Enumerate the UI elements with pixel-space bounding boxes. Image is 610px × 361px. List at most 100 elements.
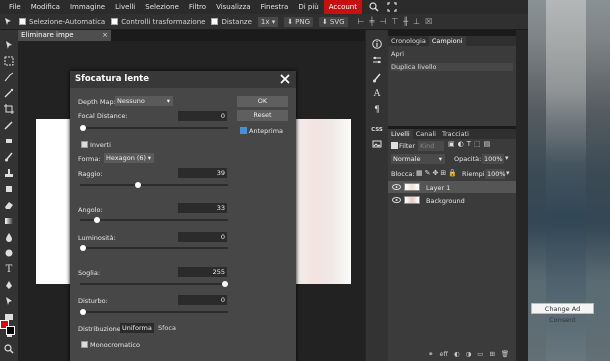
angle-slider[interactable] xyxy=(80,217,228,223)
ok-button[interactable]: OK xyxy=(237,96,288,107)
menu-layers[interactable]: Livelli xyxy=(110,0,140,14)
invert-checkbox[interactable] xyxy=(81,141,88,148)
menu-more[interactable]: Di più xyxy=(293,0,323,14)
opacity-input[interactable]: 100% xyxy=(482,154,504,164)
document-tab[interactable]: Eliminare impe × xyxy=(18,30,111,41)
align-left-icon[interactable]: ⊢ xyxy=(358,17,365,26)
change-ad-consent-button[interactable]: Change Ad Consent xyxy=(531,303,594,324)
menu-select[interactable]: Selezione xyxy=(140,0,184,14)
menu-window[interactable]: Finestra xyxy=(256,0,294,14)
mask-icon[interactable]: ◐ xyxy=(454,350,460,358)
menu-file[interactable]: File xyxy=(4,0,26,14)
threshold-input[interactable]: 255 xyxy=(178,267,227,277)
tab-paths[interactable]: Tracciati xyxy=(439,129,472,139)
paragraph-icon[interactable]: ¶ xyxy=(371,104,383,116)
fill-input[interactable]: 100% xyxy=(485,169,506,179)
sponge-tool-icon[interactable] xyxy=(2,246,16,260)
pen-tool-icon[interactable] xyxy=(2,278,16,292)
menu-image[interactable]: Immagine xyxy=(65,0,110,14)
fullscreen-icon[interactable] xyxy=(386,1,398,13)
auto-select-option[interactable]: Selezione-Automatica xyxy=(19,18,105,26)
noise-slider[interactable] xyxy=(80,309,228,315)
menu-view[interactable]: Visualizza xyxy=(211,0,255,14)
layer-row-background[interactable]: Background xyxy=(388,194,516,206)
tab-channels[interactable]: Canali xyxy=(413,129,439,139)
distances-checkbox[interactable] xyxy=(211,18,219,25)
focal-distance-slider[interactable] xyxy=(80,125,228,131)
info-icon[interactable] xyxy=(371,38,383,50)
eye-icon[interactable] xyxy=(392,184,401,190)
eye-icon[interactable] xyxy=(392,197,401,203)
zoom-tool-icon[interactable] xyxy=(2,342,16,356)
filter-type-icons[interactable]: ▣◐T⬚▤ xyxy=(448,140,493,148)
history-brush-icon[interactable] xyxy=(2,182,16,196)
distribute-icon[interactable]: ☒ xyxy=(425,17,432,26)
lock-icons[interactable]: ▦✎✥⊞🔒 xyxy=(416,169,459,177)
path-select-icon[interactable] xyxy=(2,294,16,308)
eraser-tool-icon[interactable] xyxy=(2,198,16,212)
background-color-swatch[interactable] xyxy=(6,326,15,335)
effects-button[interactable]: eff xyxy=(439,350,447,358)
eyedropper-icon[interactable] xyxy=(2,118,16,132)
focal-distance-knob[interactable] xyxy=(80,125,86,131)
threshold-slider[interactable] xyxy=(80,281,228,287)
chevron-down-icon[interactable]: ▾ xyxy=(506,169,510,177)
preview-checkbox[interactable] xyxy=(240,127,247,134)
radius-input[interactable]: 39 xyxy=(178,168,227,178)
filter-checkbox[interactable] xyxy=(391,142,398,149)
history-item-active[interactable]: Duplica livello xyxy=(391,63,513,71)
radius-knob[interactable] xyxy=(135,182,142,188)
blur-tool-icon[interactable] xyxy=(2,230,16,244)
tab-swatches[interactable]: Campioni xyxy=(428,36,466,46)
align-bottom-icon[interactable]: ⊥ xyxy=(413,17,420,26)
auto-select-checkbox[interactable] xyxy=(19,18,26,25)
css-icon[interactable]: CSS xyxy=(371,124,383,136)
close-tab-icon[interactable]: × xyxy=(102,30,108,41)
close-icon[interactable] xyxy=(279,73,291,85)
transform-controls-option[interactable]: Controlli trasformazione xyxy=(111,18,205,26)
adjustment-layer-icon[interactable]: ◑ xyxy=(466,350,472,358)
marquee-tool-icon[interactable] xyxy=(2,54,16,68)
angle-input[interactable]: 33 xyxy=(178,203,227,213)
shape-select[interactable]: Hexagon (6) ▾ xyxy=(104,153,154,163)
character-icon[interactable]: A xyxy=(371,88,383,100)
brush-settings-icon[interactable] xyxy=(371,72,383,84)
image-icon[interactable] xyxy=(371,138,383,150)
blend-mode-select[interactable]: Normale ▾ xyxy=(391,154,445,164)
clone-stamp-icon[interactable] xyxy=(2,166,16,180)
adjustments-icon[interactable] xyxy=(371,54,383,66)
new-layer-icon[interactable]: ⊞ xyxy=(489,350,494,358)
text-tool-icon[interactable]: T xyxy=(2,262,16,276)
focal-distance-input[interactable]: 0 xyxy=(178,111,227,121)
brush-tool-icon[interactable] xyxy=(2,150,16,164)
brightness-knob[interactable] xyxy=(80,245,86,251)
menu-filter[interactable]: Filtro xyxy=(184,0,211,14)
export-svg-button[interactable]: ⬇ SVG xyxy=(319,16,348,27)
monochrome-checkbox[interactable] xyxy=(81,341,88,348)
radius-slider[interactable] xyxy=(80,182,228,188)
zoom-select[interactable]: 1x ▾ xyxy=(257,16,279,27)
distribution-gaussian-option[interactable]: Sfoca xyxy=(156,323,178,333)
healing-brush-icon[interactable] xyxy=(2,134,16,148)
gradient-tool-icon[interactable] xyxy=(2,214,16,228)
crop-tool-icon[interactable] xyxy=(2,102,16,116)
align-center-icon[interactable]: ╪ xyxy=(370,17,375,26)
reset-button[interactable]: Reset xyxy=(237,110,288,121)
chevron-down-icon[interactable]: ▾ xyxy=(505,154,509,162)
lasso-tool-icon[interactable] xyxy=(2,70,16,84)
brightness-input[interactable]: 0 xyxy=(178,232,227,242)
threshold-knob[interactable] xyxy=(222,281,228,287)
noise-input[interactable]: 0 xyxy=(178,295,227,305)
account-button[interactable]: Account xyxy=(323,0,362,14)
layer-row-layer1[interactable]: Layer 1 xyxy=(388,181,516,193)
tab-layers[interactable]: Livelli xyxy=(388,129,413,139)
distribution-uniform-option[interactable]: Uniforma xyxy=(120,323,154,333)
brightness-slider[interactable] xyxy=(80,245,228,251)
link-icon[interactable]: ⚭ xyxy=(428,350,433,358)
distances-option[interactable]: Distanze xyxy=(211,18,252,26)
trash-icon[interactable]: 🗑 xyxy=(501,350,509,358)
align-middle-icon[interactable]: ╫ xyxy=(403,17,408,26)
depth-map-select[interactable]: Nessuno ▾ xyxy=(115,96,173,106)
align-right-icon[interactable]: ⊣ xyxy=(379,17,386,26)
tab-history[interactable]: Cronologia xyxy=(388,36,429,46)
